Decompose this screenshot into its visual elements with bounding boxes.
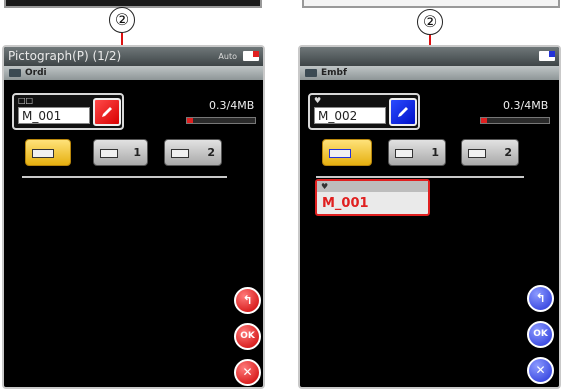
cancel-button[interactable]: ✕ bbox=[527, 357, 554, 384]
design-name-field[interactable]: M_002 bbox=[314, 107, 386, 124]
design-name-box: □□ M_001 bbox=[12, 93, 124, 130]
top-screen-fragment-left bbox=[4, 0, 262, 8]
title-bar bbox=[300, 47, 559, 66]
ok-button[interactable]: OK bbox=[527, 321, 554, 348]
path-bar: Embf bbox=[300, 66, 559, 80]
dest-usb-2-button[interactable]: 2 bbox=[461, 139, 519, 166]
auto-status-icon: Auto bbox=[218, 52, 237, 61]
divider bbox=[316, 176, 524, 178]
memory-bar-fill bbox=[481, 118, 488, 123]
right-screen: Embf ♥ M_002 0.3/4MB 1 2 ♥ M_001 ↰ OK ✕ bbox=[298, 45, 561, 389]
design-name-box: ♥ M_002 bbox=[308, 93, 420, 130]
memory-indicator: 0.3/4MB bbox=[209, 99, 255, 112]
dest-usb-2-label: 2 bbox=[504, 146, 512, 159]
design-label: ♥ bbox=[314, 96, 322, 105]
design-name-field[interactable]: M_001 bbox=[18, 107, 90, 124]
machine-icon bbox=[243, 51, 259, 61]
pencil-icon bbox=[102, 107, 112, 117]
left-screen: Pictograph(P) (1/2) Auto Ordi □□ M_001 0… bbox=[2, 45, 265, 389]
machine-icon bbox=[32, 149, 54, 158]
machine-icon bbox=[539, 51, 555, 61]
dest-usb-1-label: 1 bbox=[133, 146, 141, 159]
memory-bar bbox=[480, 117, 550, 124]
ok-button[interactable]: OK bbox=[234, 323, 261, 350]
memory-indicator: 0.3/4MB bbox=[503, 99, 549, 112]
usb-icon bbox=[100, 149, 118, 158]
pencil-icon bbox=[398, 107, 408, 117]
design-label: □□ bbox=[18, 96, 34, 105]
callout-2-left: ② bbox=[109, 7, 135, 33]
dest-machine-button[interactable] bbox=[25, 139, 71, 166]
path-label: Embf bbox=[321, 68, 347, 78]
edit-name-button[interactable] bbox=[389, 98, 417, 126]
machine-icon bbox=[329, 149, 351, 158]
path-label: Ordi bbox=[25, 68, 47, 78]
dest-usb-2-label: 2 bbox=[207, 146, 215, 159]
usb-icon bbox=[395, 149, 413, 158]
usb-icon bbox=[468, 149, 486, 158]
dest-usb-2-button[interactable]: 2 bbox=[164, 139, 222, 166]
back-button[interactable]: ↰ bbox=[234, 287, 261, 314]
dest-usb-1-button[interactable]: 1 bbox=[93, 139, 148, 166]
dest-usb-1-label: 1 bbox=[431, 146, 439, 159]
path-bar: Ordi bbox=[4, 66, 263, 80]
memory-bar bbox=[186, 117, 256, 124]
dest-usb-1-button[interactable]: 1 bbox=[388, 139, 446, 166]
file-item[interactable]: ♥ M_001 bbox=[315, 179, 430, 216]
callout-2-right: ② bbox=[417, 9, 443, 35]
memory-bar-fill bbox=[187, 118, 194, 123]
machine-icon bbox=[305, 69, 317, 77]
cancel-button[interactable]: ✕ bbox=[234, 359, 261, 386]
usb-icon bbox=[171, 149, 189, 158]
divider bbox=[22, 176, 227, 178]
machine-icon bbox=[9, 69, 21, 77]
file-item-label: ♥ bbox=[317, 181, 428, 192]
screen-title: Pictograph(P) (1/2) bbox=[8, 49, 122, 63]
file-item-name: M_001 bbox=[322, 196, 369, 211]
back-button[interactable]: ↰ bbox=[527, 285, 554, 312]
edit-name-button[interactable] bbox=[93, 98, 121, 126]
top-screen-fragment-right bbox=[302, 0, 560, 8]
dest-machine-button[interactable] bbox=[322, 139, 372, 166]
title-bar: Pictograph(P) (1/2) Auto bbox=[4, 47, 263, 66]
